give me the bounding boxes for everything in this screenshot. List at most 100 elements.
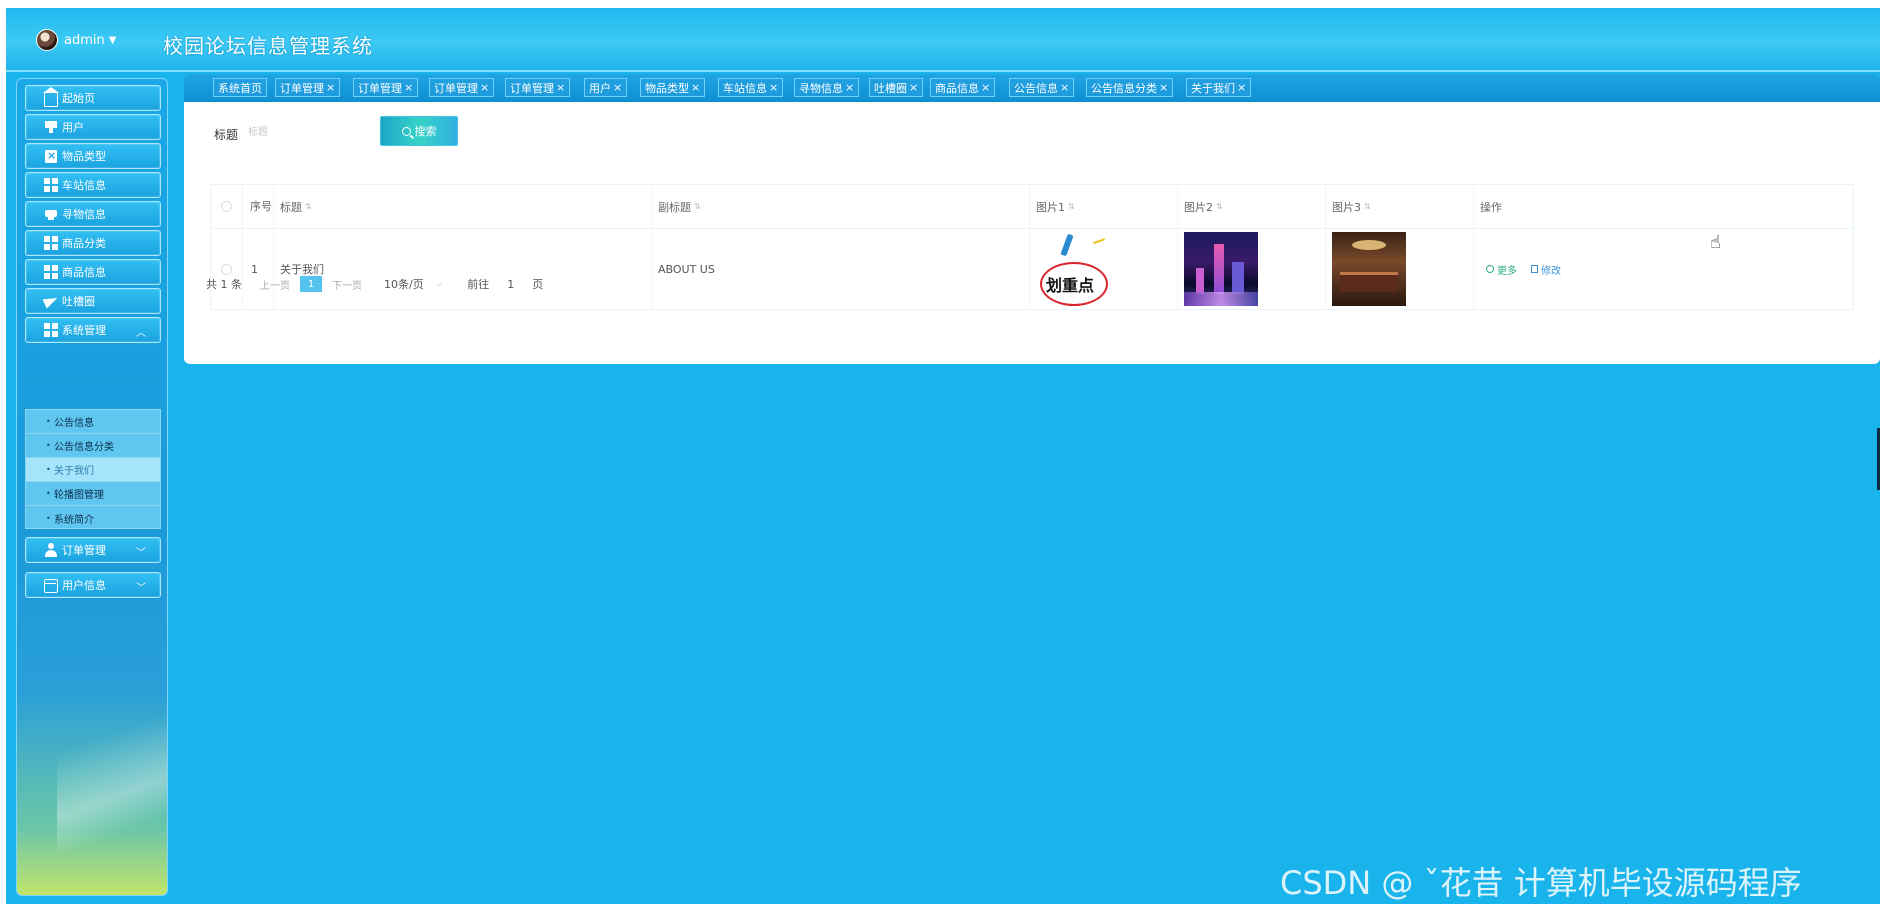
submenu-item-system-intro[interactable]: 系统简介 (26, 506, 160, 530)
tab-8[interactable]: 寻物信息 × (794, 78, 860, 97)
column-header-image1[interactable]: 图片1 ⇅ (1030, 185, 1178, 228)
row-checkbox[interactable] (221, 263, 232, 275)
close-icon[interactable]: × (556, 81, 565, 94)
app-title: 校园论坛信息管理系统 (163, 34, 373, 58)
tab-label: 用户 (589, 81, 611, 95)
tab-0[interactable]: 系统首页 (213, 78, 267, 97)
water-graphic (1184, 292, 1258, 306)
close-icon[interactable]: × (404, 81, 413, 94)
sort-icon[interactable]: ⇅ (1068, 202, 1075, 211)
goto-page-input[interactable]: 1 (507, 278, 514, 291)
tab-10[interactable]: 商品信息 × (930, 78, 996, 97)
column-header-label: 标题 (280, 200, 302, 214)
chevron-down-icon[interactable]: ⌄ (436, 279, 444, 289)
sidebar-item-stations[interactable]: 车站信息 (25, 172, 161, 198)
column-header-image3[interactable]: 图片3 ⇅ (1326, 185, 1474, 228)
avatar[interactable] (36, 29, 58, 51)
tab-3[interactable]: 订单管理 × (429, 78, 495, 97)
grid-icon (44, 323, 58, 337)
tab-12[interactable]: 公告信息分类 × (1086, 78, 1174, 97)
sidebar-item-home[interactable]: 起始页 (25, 85, 161, 111)
search-button[interactable]: 搜索 (380, 116, 458, 146)
system-management-submenu: 公告信息 公告信息分类 关于我们 轮播图管理 系统简介 (25, 409, 161, 529)
sidebar-item-order-management[interactable]: 订单管理 ﹀ (25, 537, 161, 563)
close-icon[interactable]: × (326, 81, 335, 94)
tab-1[interactable]: 订单管理 × (275, 78, 341, 97)
tab-label: 商品信息 (935, 81, 979, 95)
tab-9[interactable]: 吐槽圈 × (869, 78, 924, 97)
search-input[interactable] (238, 118, 356, 146)
column-header-label: 图片1 (1036, 200, 1065, 214)
close-icon[interactable]: × (1159, 81, 1168, 94)
column-header-title[interactable]: 标题 ⇅ (274, 185, 652, 228)
image1-thumbnail[interactable]: 划重点 (1036, 232, 1110, 306)
more-button[interactable]: 更多 (1486, 262, 1517, 277)
close-icon[interactable]: × (909, 81, 918, 94)
sort-icon[interactable]: ⇅ (1216, 202, 1223, 211)
submenu-item-carousel[interactable]: 轮播图管理 (26, 482, 160, 506)
tab-4[interactable]: 订单管理 × (505, 78, 571, 97)
close-icon[interactable]: × (691, 81, 700, 94)
clipboard-icon (44, 149, 58, 163)
search-icon (401, 126, 411, 136)
tab-13[interactable]: 关于我们 × (1186, 78, 1252, 97)
caret-down-icon[interactable]: ▼ (109, 35, 117, 46)
next-page-button[interactable]: 下一页 (332, 277, 362, 292)
submenu-item-announcements[interactable]: 公告信息 (26, 410, 160, 434)
tab-label: 吐槽圈 (874, 81, 907, 95)
page-number-current[interactable]: 1 (300, 276, 322, 292)
prev-page-button[interactable]: 上一页 (260, 277, 290, 292)
select-all-checkbox[interactable] (221, 201, 232, 212)
column-header-label: 图片2 (1184, 200, 1213, 214)
page-size-select[interactable]: 10条/页 (384, 276, 424, 292)
sidebar-item-item-types[interactable]: 物品类型 (25, 143, 161, 169)
tab-11[interactable]: 公告信息 × (1009, 78, 1075, 97)
tab-5[interactable]: 用户 × (584, 78, 628, 97)
submenu-item-announcement-categories[interactable]: 公告信息分类 (26, 434, 160, 458)
grid-icon (44, 236, 58, 250)
user-card-icon (44, 120, 58, 134)
sidebar-item-system-management[interactable]: 系统管理 ︿ (25, 317, 161, 343)
spark-graphic (1092, 238, 1108, 250)
home-icon (43, 87, 59, 107)
image3-thumbnail[interactable] (1332, 232, 1406, 306)
sidebar-item-lost-found[interactable]: 寻物信息 (25, 201, 161, 227)
row-select-cell (211, 229, 243, 309)
sidebar-item-products[interactable]: 商品信息 (25, 259, 161, 285)
column-header-subtitle[interactable]: 副标题 ⇅ (652, 185, 1030, 228)
chevron-down-icon: ﹀ (136, 583, 146, 594)
sidebar-item-user-info[interactable]: 用户信息 ﹀ (25, 572, 161, 598)
sort-icon[interactable]: ⇅ (305, 202, 312, 211)
tab-label: 订单管理 (434, 81, 478, 95)
tab-2[interactable]: 订单管理 × (353, 78, 419, 97)
user-menu[interactable]: admin ▼ (36, 28, 116, 52)
watermark: CSDN @ ˇ花昔 计算机毕设源码程序 (1280, 864, 1802, 902)
pen-graphic (1060, 233, 1074, 257)
close-icon[interactable]: × (1237, 81, 1246, 94)
close-icon[interactable]: × (845, 81, 854, 94)
grid-icon (44, 178, 58, 192)
image1-caption: 划重点 (1046, 276, 1095, 295)
sidebar-item-product-categories[interactable]: 商品分类 (25, 230, 161, 256)
close-icon[interactable]: × (1060, 81, 1069, 94)
close-icon[interactable]: × (613, 81, 622, 94)
sort-icon[interactable]: ⇅ (1364, 202, 1371, 211)
close-icon[interactable]: × (981, 81, 990, 94)
column-header-image2[interactable]: 图片2 ⇅ (1178, 185, 1326, 228)
username[interactable]: admin (64, 33, 105, 48)
close-icon[interactable]: × (769, 81, 778, 94)
tab-6[interactable]: 物品类型 × (640, 78, 706, 97)
sidebar-item-complaints[interactable]: 吐槽圈 (25, 288, 161, 314)
table-row: 1 关于我们 ABOUT US 划重点 更多 修改 (211, 229, 1855, 309)
sort-icon[interactable]: ⇅ (694, 202, 701, 211)
table-header-row: 序号 标题 ⇅ 副标题 ⇅ 图片1 ⇅ 图片2 ⇅ 图片3 ⇅ 操作 (211, 185, 1855, 229)
close-icon[interactable]: × (480, 81, 489, 94)
image2-thumbnail[interactable] (1184, 232, 1258, 306)
submenu-item-about-us[interactable]: 关于我们 (26, 458, 160, 482)
sidebar-item-users[interactable]: 用户 (25, 114, 161, 140)
chevron-down-icon: ﹀ (136, 548, 146, 559)
edit-button[interactable]: 修改 (1531, 262, 1561, 277)
tab-7[interactable]: 车站信息 × (718, 78, 784, 97)
sidebar-item-label: 用户 (62, 121, 84, 134)
sidebar-item-label: 吐槽圈 (62, 295, 95, 308)
